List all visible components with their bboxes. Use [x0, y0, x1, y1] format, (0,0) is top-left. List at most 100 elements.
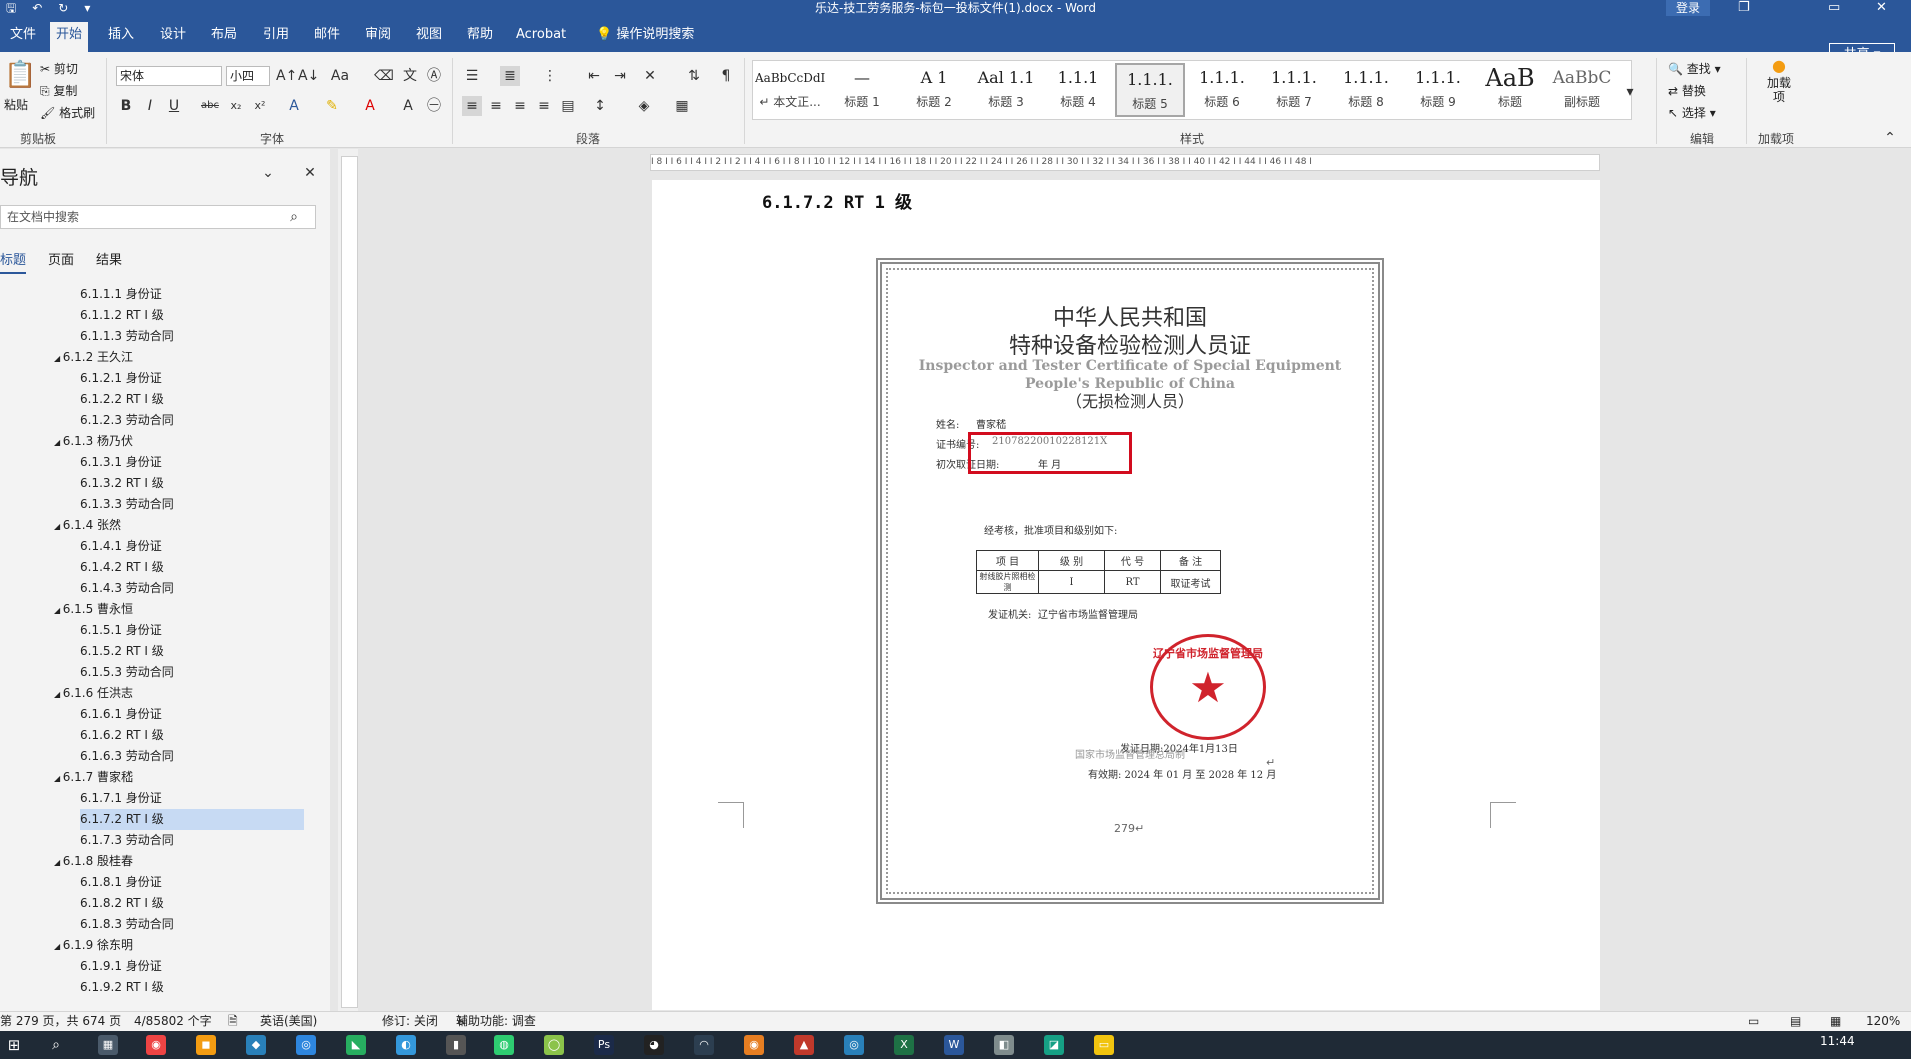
nav-heading-level-4[interactable]: 6.1.5.2 RT I 级	[80, 641, 304, 662]
document-page[interactable]: 6.1.7.2 RT 1 级 中华人民共和国 特种设备检验检测人员证 Inspe…	[652, 180, 1600, 1010]
style-heading-3[interactable]: Aal 1.1 标题 3	[971, 63, 1041, 117]
nav-heading-level-4[interactable]: 6.1.5.3 劳动合同	[80, 662, 304, 683]
nav-heading-level-3[interactable]: ◢ 6.1.4 张然	[54, 515, 304, 536]
tab-mailings[interactable]: 邮件	[308, 22, 346, 52]
login-button[interactable]: 登录	[1666, 0, 1710, 16]
font-size-combo[interactable]: 小四	[226, 66, 270, 86]
nav-heading-level-3[interactable]: ◢ 6.1.6 任洪志	[54, 683, 304, 704]
tab-design[interactable]: 设计	[154, 22, 192, 52]
paste-button[interactable]: 粘贴	[4, 96, 28, 113]
nav-heading-level-4[interactable]: 6.1.5.1 身份证	[80, 620, 304, 641]
highlight-icon[interactable]: ✎	[322, 96, 342, 116]
text-effects-icon[interactable]: A	[284, 96, 304, 116]
folder-icon[interactable]: ▭	[1094, 1035, 1114, 1055]
decrease-indent-icon[interactable]: ⇤	[584, 66, 604, 86]
tab-insert[interactable]: 插入	[102, 22, 140, 52]
nav-heading-level-4[interactable]: 6.1.3.1 身份证	[80, 452, 304, 473]
tab-review[interactable]: 审阅	[359, 22, 397, 52]
browser-icon[interactable]: ◉	[146, 1035, 166, 1055]
nav-heading-level-3[interactable]: ◢ 6.1.3 杨乃伏	[54, 431, 304, 452]
style-title[interactable]: AaB 标题	[1475, 63, 1545, 117]
status-track-changes[interactable]: 修订: 关闭	[382, 1012, 438, 1031]
document-heading[interactable]: 6.1.7.2 RT 1 级	[762, 188, 912, 213]
phonetic-guide-icon[interactable]: 文	[400, 66, 420, 86]
show-marks-icon[interactable]: ¶	[716, 66, 736, 86]
start-icon[interactable]: ⊞	[4, 1035, 24, 1055]
nav-heading-level-4[interactable]: 6.1.1.3 劳动合同	[80, 326, 304, 347]
align-center-icon[interactable]: ≡	[486, 96, 506, 116]
multilevel-list-icon[interactable]: ⋮	[540, 66, 560, 86]
superscript-icon[interactable]: x²	[250, 96, 270, 116]
nav-heading-level-4[interactable]: 6.1.7.3 劳动合同	[80, 830, 304, 851]
app-icon[interactable]: ◉	[744, 1035, 764, 1055]
addins-icon[interactable]: ●	[1764, 56, 1794, 75]
italic-icon[interactable]: I	[140, 96, 160, 116]
nav-heading-level-3[interactable]: ◢ 6.1.2 王久江	[54, 347, 304, 368]
status-page[interactable]: 第 279 页，共 674 页	[0, 1012, 121, 1031]
search-icon[interactable]: ⌕	[46, 1035, 66, 1055]
style-heading-5[interactable]: 1.1.1. 标题 5	[1115, 63, 1185, 117]
format-painter-button[interactable]: 🖌 格式刷	[40, 104, 95, 121]
increase-indent-icon[interactable]: ⇥	[610, 66, 630, 86]
app-icon[interactable]: ◣	[346, 1035, 366, 1055]
bullets-icon[interactable]: ☰	[462, 66, 482, 86]
tab-references[interactable]: 引用	[257, 22, 295, 52]
taskbar-clock[interactable]: 11:44	[1820, 1034, 1855, 1048]
certificate-image[interactable]: 中华人民共和国 特种设备检验检测人员证 Inspector and Tester…	[876, 258, 1384, 904]
clipboard-icon[interactable]: 📋	[4, 60, 36, 100]
change-case-icon[interactable]: Aa	[330, 66, 350, 86]
style-heading-4[interactable]: 1.1.1 标题 4	[1043, 63, 1113, 117]
nav-heading-level-4[interactable]: 6.1.2.3 劳动合同	[80, 410, 304, 431]
nav-heading-level-4[interactable]: 6.1.4.2 RT I 级	[80, 557, 304, 578]
select-button[interactable]: ↖ 选择 ▾	[1668, 104, 1716, 121]
nav-tab-results[interactable]: 结果	[96, 249, 122, 274]
nav-heading-level-4[interactable]: 6.1.8.2 RT I 级	[80, 893, 304, 914]
web-layout-icon[interactable]: ▦	[1830, 1012, 1841, 1031]
nav-options-icon[interactable]: ⌄	[258, 163, 278, 183]
close-icon[interactable]: ✕	[1876, 0, 1887, 16]
subscript-icon[interactable]: x₂	[226, 96, 246, 116]
nav-heading-level-4[interactable]: 6.1.3.2 RT I 级	[80, 473, 304, 494]
tab-acrobat[interactable]: Acrobat	[510, 22, 572, 52]
align-right-icon[interactable]: ≡	[510, 96, 530, 116]
char-shading-icon[interactable]: A	[398, 96, 418, 116]
collapse-ribbon-icon[interactable]: ⌃	[1880, 128, 1900, 148]
tab-view[interactable]: 视图	[410, 22, 448, 52]
word-icon[interactable]: W	[944, 1035, 964, 1055]
nav-heading-level-4[interactable]: 6.1.9.2 RT I 级	[80, 977, 304, 998]
proofing-icon[interactable]: 🗎	[228, 1012, 238, 1031]
replace-button[interactable]: ⇄ 替换	[1668, 82, 1706, 99]
nav-tab-pages[interactable]: 页面	[48, 249, 74, 274]
nav-search-input[interactable]: 在文档中搜索	[0, 205, 316, 229]
find-button[interactable]: 🔍 查找 ▾	[1668, 60, 1721, 77]
nav-heading-level-4[interactable]: 6.1.6.1 身份证	[80, 704, 304, 725]
font-name-combo[interactable]: 宋体	[116, 66, 222, 86]
status-language[interactable]: 英语(美国)	[260, 1012, 317, 1031]
strikethrough-icon[interactable]: abc	[200, 96, 220, 116]
nav-heading-level-4[interactable]: 6.1.4.1 身份证	[80, 536, 304, 557]
qq-icon[interactable]: ◕	[644, 1035, 664, 1055]
nav-tab-headings[interactable]: 标题	[0, 249, 27, 274]
collapse-triangle-icon[interactable]: ◢	[54, 942, 63, 951]
nav-heading-level-4[interactable]: 6.1.7.1 身份证	[80, 788, 304, 809]
tab-help[interactable]: 帮助	[461, 22, 499, 52]
app-icon[interactable]: ◼	[196, 1035, 216, 1055]
nav-heading-level-4[interactable]: 6.1.6.3 劳动合同	[80, 746, 304, 767]
horizontal-ruler[interactable]: I 8 I I 6 I I 4 I I 2 I I 2 I I 4 I I 6 …	[650, 154, 1600, 171]
app-icon[interactable]: ▮	[446, 1035, 466, 1055]
borders-icon[interactable]: ▦	[672, 96, 692, 116]
style-heading-8[interactable]: 1.1.1. 标题 8	[1331, 63, 1401, 117]
nav-heading-level-4[interactable]: 6.1.2.2 RT I 级	[80, 389, 304, 410]
zoom-level[interactable]: 120%	[1866, 1012, 1900, 1031]
maximize-icon[interactable]: ▭	[1828, 0, 1840, 16]
shrink-font-icon[interactable]: A↓	[298, 66, 319, 86]
grow-font-icon[interactable]: A↑	[276, 66, 297, 86]
nav-heading-level-4[interactable]: 6.1.6.2 RT I 级	[80, 725, 304, 746]
nav-heading-level-4[interactable]: 6.1.1.2 RT I 级	[80, 305, 304, 326]
nav-heading-level-4[interactable]: 6.1.1.1 身份证	[80, 284, 304, 305]
wechat-icon[interactable]: ◍	[494, 1035, 514, 1055]
addins-button[interactable]: 加载项	[1764, 76, 1794, 104]
copy-button[interactable]: ⎘ 复制	[40, 82, 77, 99]
collapse-triangle-icon[interactable]: ◢	[54, 858, 63, 867]
styles-more-icon[interactable]: ▾	[1620, 82, 1640, 102]
